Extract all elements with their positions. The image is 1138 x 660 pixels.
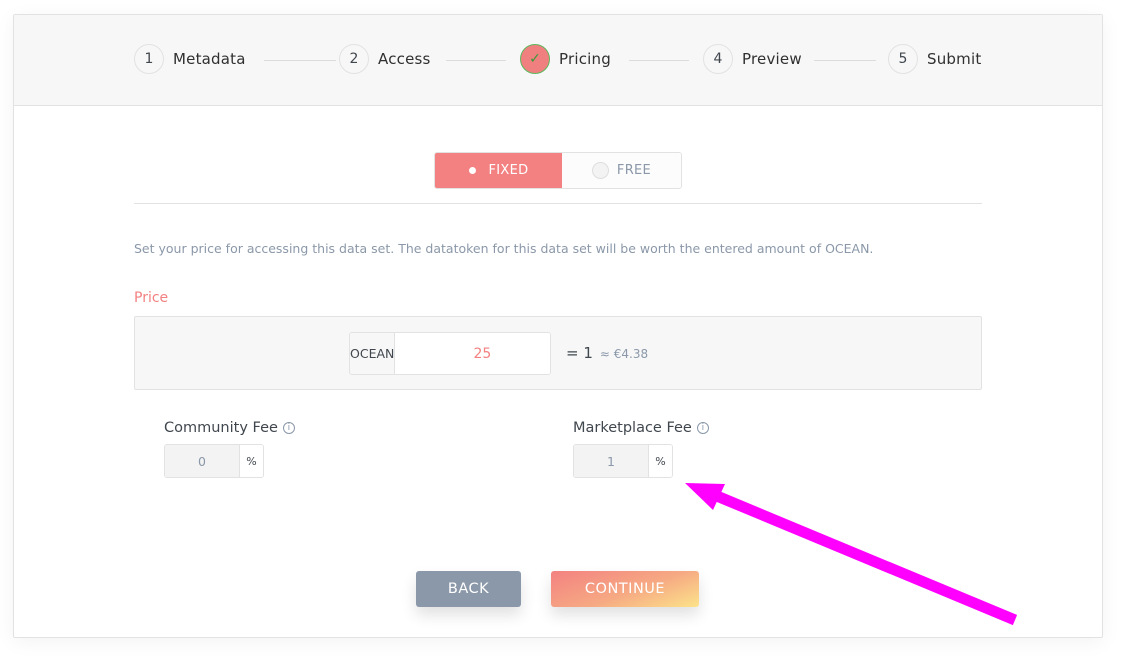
back-button[interactable]: BACK <box>416 571 521 607</box>
step-label: Pricing <box>559 50 611 68</box>
radio-selected-icon <box>468 167 476 174</box>
label-text: Marketplace Fee <box>573 420 692 436</box>
step-label: Submit <box>927 50 982 68</box>
step-access[interactable]: 2 Access <box>339 44 431 74</box>
step-label: Access <box>378 50 431 68</box>
step-preview[interactable]: 4 Preview <box>703 44 802 74</box>
check-icon: ✓ <box>520 44 550 74</box>
price-input[interactable] <box>395 333 550 374</box>
community-fee-field: Community Fee i % <box>164 420 295 478</box>
marketplace-fee-input-group: % <box>573 444 673 478</box>
publish-form-card: 1 Metadata 2 Access ✓ Pricing 4 Preview … <box>13 14 1103 638</box>
currency-label: OCEAN <box>350 333 396 374</box>
step-submit[interactable]: 5 Submit <box>888 44 981 74</box>
pricing-option-fixed[interactable]: FIXED <box>435 153 562 188</box>
step-number: 1 <box>134 44 164 74</box>
community-fee-input-group: % <box>164 444 264 478</box>
step-number: 2 <box>339 44 369 74</box>
marketplace-fee-input[interactable] <box>574 445 649 477</box>
option-label: FREE <box>616 163 652 178</box>
step-metadata[interactable]: 1 Metadata <box>134 44 246 74</box>
price-conversion: = 1 ≈ €4.38 <box>566 344 648 362</box>
pricing-option-free[interactable]: FREE <box>562 153 681 188</box>
pricing-help-text: Set your price for accessing this data s… <box>134 241 874 256</box>
marketplace-fee-field: Marketplace Fee i % <box>573 420 709 478</box>
stepper: 1 Metadata 2 Access ✓ Pricing 4 Preview … <box>14 15 1102 106</box>
percent-unit: % <box>240 445 263 477</box>
price-label: Price <box>134 290 169 306</box>
step-connector <box>814 60 876 61</box>
step-connector <box>446 60 506 61</box>
radio-unselected-icon <box>591 162 609 179</box>
percent-unit: % <box>649 445 672 477</box>
option-label: FIXED <box>488 163 529 178</box>
pricing-type-toggle: FIXED FREE <box>434 152 682 189</box>
marketplace-fee-label: Marketplace Fee i <box>573 420 709 436</box>
label-text: Community Fee <box>164 420 278 436</box>
community-fee-label: Community Fee i <box>164 420 295 436</box>
info-icon[interactable]: i <box>282 422 295 434</box>
fiat-conversion: ≈ €4.38 <box>599 347 649 361</box>
price-input-group: OCEAN <box>349 332 551 375</box>
community-fee-input[interactable] <box>165 445 240 477</box>
step-label: Metadata <box>173 50 246 68</box>
divider <box>134 203 982 204</box>
continue-button[interactable]: CONTINUE <box>551 571 699 607</box>
step-pricing[interactable]: ✓ Pricing <box>520 44 611 74</box>
step-number: 5 <box>888 44 918 74</box>
step-number: 4 <box>703 44 733 74</box>
datatoken-amount: = 1 <box>566 344 593 362</box>
info-icon[interactable]: i <box>696 422 709 434</box>
step-label: Preview <box>742 50 802 68</box>
price-panel: OCEAN = 1 ≈ €4.38 <box>134 316 982 390</box>
step-connector <box>264 60 336 61</box>
step-connector <box>629 60 689 61</box>
